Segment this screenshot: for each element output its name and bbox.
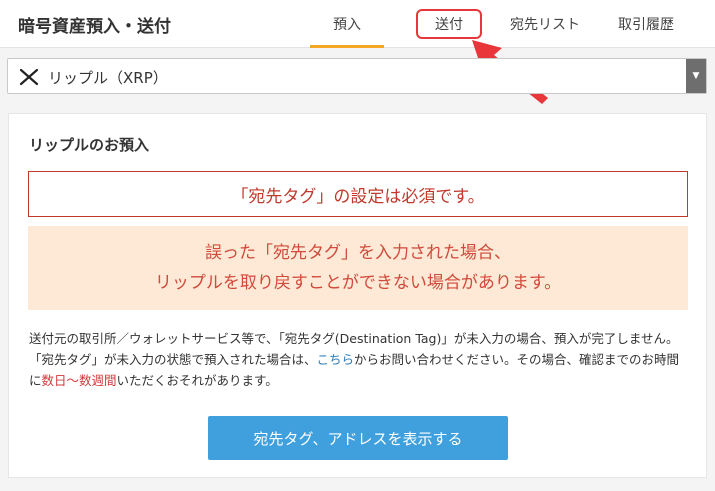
description: 送付元の取引所／ウォレットサービス等で、「宛先タグ(Destination Ta… xyxy=(29,328,689,391)
xrp-icon xyxy=(19,68,39,86)
tab-address-list[interactable]: 宛先リスト xyxy=(505,14,585,34)
tag-required-notice: 「宛先タグ」の設定は必須です。 xyxy=(28,171,688,217)
desc-text-3: いただくおそれがあります。 xyxy=(116,373,278,388)
header: 暗号資産預入・送付 預入 送付 宛先リスト 取引履歴 xyxy=(0,0,715,48)
show-address-button[interactable]: 宛先タグ、アドレスを表示する xyxy=(208,416,508,460)
chevron-down-icon[interactable]: ▼ xyxy=(686,59,706,93)
deposit-card: リップルのお預入 「宛先タグ」の設定は必須です。 誤った「宛先タグ」を入力された… xyxy=(8,113,707,478)
card-title: リップルのお預入 xyxy=(29,136,150,154)
page-title: 暗号資産預入・送付 xyxy=(18,17,171,37)
contact-link[interactable]: こちら xyxy=(317,352,355,367)
tab-history[interactable]: 取引履歴 xyxy=(614,14,678,34)
currency-select[interactable]: リップル（XRP） ▼ xyxy=(7,58,707,94)
warning-line-2: リップルを取り戻すことができない場合があります。 xyxy=(154,273,562,293)
currency-select-value: リップル（XRP） xyxy=(48,69,168,87)
send-tab-highlight xyxy=(416,9,482,39)
warning-line-1: 誤った「宛先タグ」を入力された場合、 xyxy=(205,243,511,263)
warning-box: 誤った「宛先タグ」を入力された場合、 リップルを取り戻すことができない場合があり… xyxy=(28,226,688,310)
tab-deposit[interactable]: 預入 xyxy=(310,14,384,48)
desc-duration: 数日～数週間 xyxy=(41,373,117,388)
